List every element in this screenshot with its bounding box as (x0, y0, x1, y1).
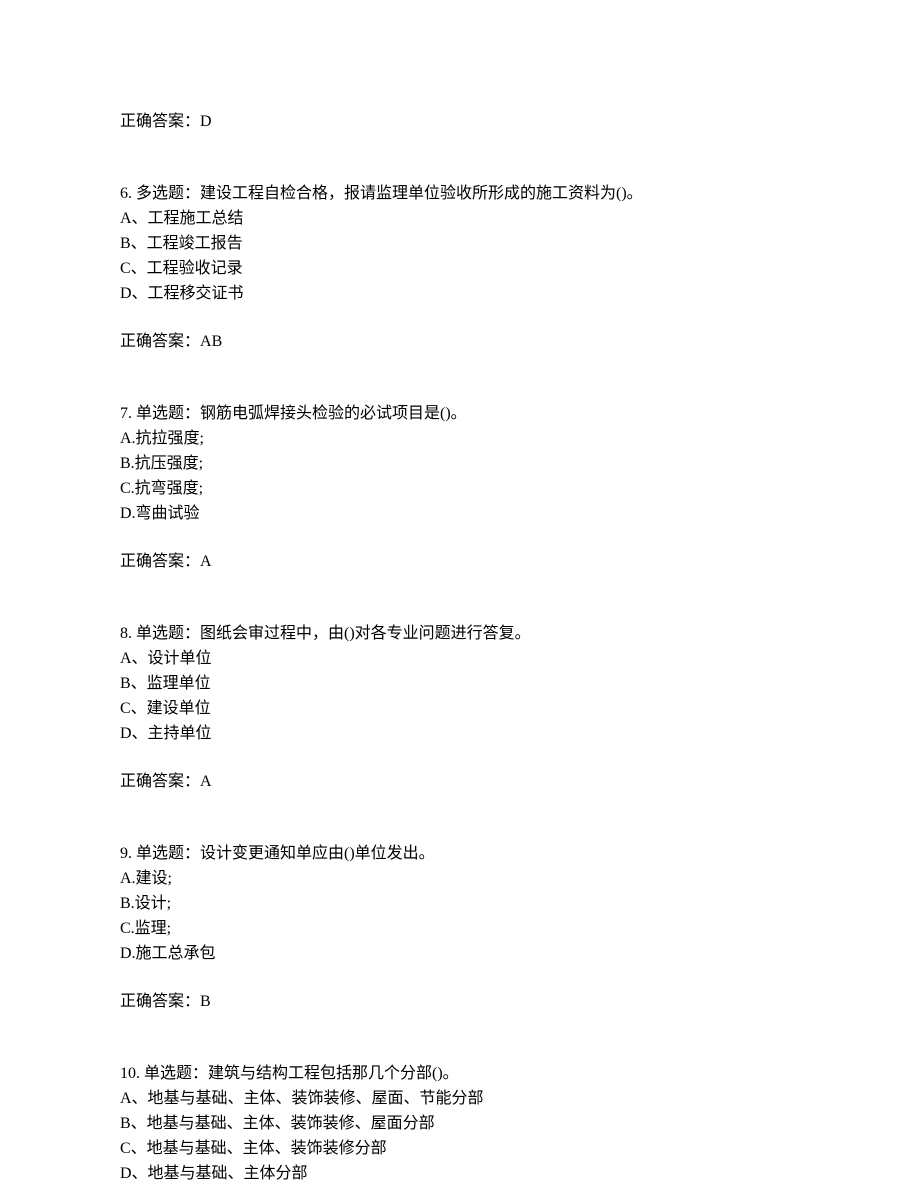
question-10: 10. 单选题：建筑与结构工程包括那几个分部()。 A、地基与基础、主体、装饰装… (120, 1062, 800, 1186)
question-type: 单选题： (136, 845, 200, 862)
option-d: D、主持单位 (120, 722, 800, 746)
option-d: D.弯曲试验 (120, 502, 800, 526)
answer-label: 正确答案： (120, 113, 200, 130)
question-7: 7. 单选题：钢筋电弧焊接头检验的必试项目是()。 A.抗拉强度; B.抗压强度… (120, 402, 800, 574)
option-a: A、工程施工总结 (120, 207, 800, 231)
option-d: D、地基与基础、主体分部 (120, 1162, 800, 1186)
question-stem: 9. 单选题：设计变更通知单应由()单位发出。 (120, 842, 800, 866)
answer-line: 正确答案：AB (120, 330, 800, 354)
question-number: 6. (120, 185, 132, 202)
question-9: 9. 单选题：设计变更通知单应由()单位发出。 A.建设; B.设计; C.监理… (120, 842, 800, 1014)
option-a: A、地基与基础、主体、装饰装修、屋面、节能分部 (120, 1087, 800, 1111)
question-stem: 7. 单选题：钢筋电弧焊接头检验的必试项目是()。 (120, 402, 800, 426)
option-c: C、地基与基础、主体、装饰装修分部 (120, 1137, 800, 1161)
answer-label: 正确答案： (120, 553, 200, 570)
question-text: 钢筋电弧焊接头检验的必试项目是()。 (200, 405, 467, 422)
answer-value: A (200, 553, 212, 570)
option-a: A、设计单位 (120, 647, 800, 671)
option-b: B.抗压强度; (120, 452, 800, 476)
question-number: 9. (120, 845, 132, 862)
question-type: 单选题： (136, 405, 200, 422)
option-c: C.抗弯强度; (120, 477, 800, 501)
question-stem: 10. 单选题：建筑与结构工程包括那几个分部()。 (120, 1062, 800, 1086)
option-c: C、建设单位 (120, 697, 800, 721)
answer-value: AB (200, 333, 222, 350)
question-text: 设计变更通知单应由()单位发出。 (200, 845, 435, 862)
answer-value: D (200, 113, 212, 130)
question-text: 建筑与结构工程包括那几个分部()。 (208, 1065, 459, 1082)
answer-line: 正确答案：B (120, 990, 800, 1014)
option-b: B、地基与基础、主体、装饰装修、屋面分部 (120, 1112, 800, 1136)
option-b: B、监理单位 (120, 672, 800, 696)
question-type: 单选题： (136, 625, 200, 642)
question-6: 6. 多选题：建设工程自检合格，报请监理单位验收所形成的施工资料为()。 A、工… (120, 182, 800, 354)
question-number: 10. (120, 1065, 140, 1082)
answer-label: 正确答案： (120, 333, 200, 350)
option-b: B、工程竣工报告 (120, 232, 800, 256)
option-c: C.监理; (120, 917, 800, 941)
option-c: C、工程验收记录 (120, 257, 800, 281)
question-number: 8. (120, 625, 132, 642)
option-a: A.抗拉强度; (120, 427, 800, 451)
answer-label: 正确答案： (120, 773, 200, 790)
answer-value: A (200, 773, 212, 790)
question-type: 多选题： (136, 185, 200, 202)
question-stem: 6. 多选题：建设工程自检合格，报请监理单位验收所形成的施工资料为()。 (120, 182, 800, 206)
answer-line: 正确答案：A (120, 550, 800, 574)
option-d: D、工程移交证书 (120, 282, 800, 306)
question-text: 建设工程自检合格，报请监理单位验收所形成的施工资料为()。 (200, 185, 643, 202)
question-type: 单选题： (144, 1065, 208, 1082)
answer-line: 正确答案：A (120, 770, 800, 794)
question-number: 7. (120, 405, 132, 422)
answer-label: 正确答案： (120, 993, 200, 1010)
question-8: 8. 单选题：图纸会审过程中，由()对各专业问题进行答复。 A、设计单位 B、监… (120, 622, 800, 794)
option-d: D.施工总承包 (120, 942, 800, 966)
answer-value: B (200, 993, 211, 1010)
option-a: A.建设; (120, 867, 800, 891)
question-text: 图纸会审过程中，由()对各专业问题进行答复。 (200, 625, 531, 642)
question-stem: 8. 单选题：图纸会审过程中，由()对各专业问题进行答复。 (120, 622, 800, 646)
option-b: B.设计; (120, 892, 800, 916)
prior-answer-line: 正确答案：D (120, 110, 800, 134)
